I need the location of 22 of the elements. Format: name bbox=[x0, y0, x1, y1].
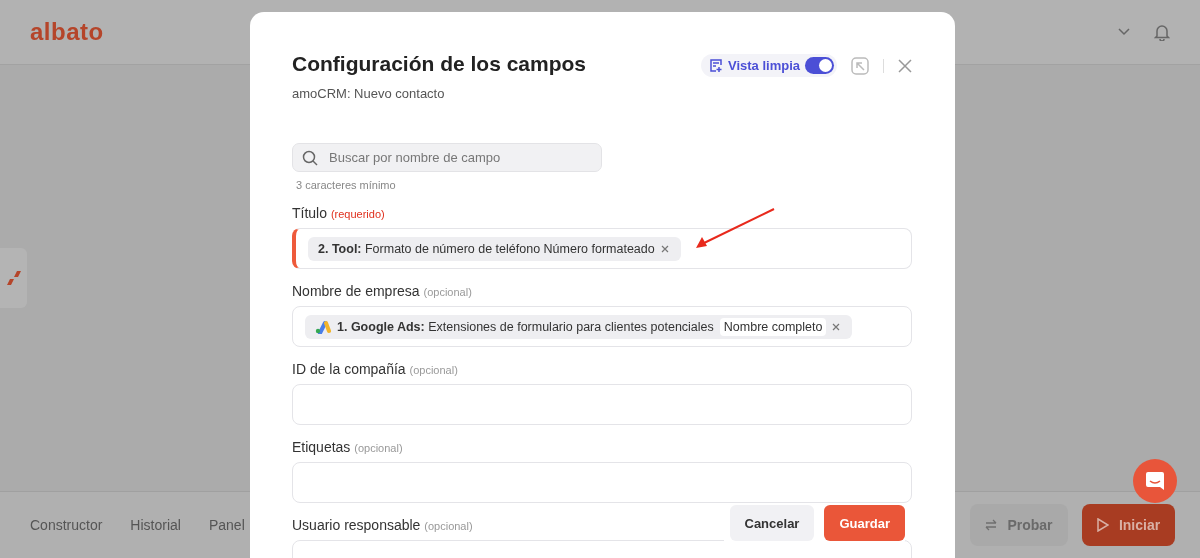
logo[interactable]: albato bbox=[30, 18, 104, 46]
field-label: Etiquetas (opcional) bbox=[292, 439, 403, 455]
input-field[interactable]: 1. Google Ads: Extensiones de formulario para clientes potenciales Nombre completo bbox=[292, 306, 912, 347]
clean-view-toggle[interactable]: Vista limpia bbox=[701, 54, 837, 77]
field-label: Título (requerido) bbox=[292, 205, 385, 221]
save-button[interactable]: Guardar bbox=[824, 505, 905, 541]
variable-chip[interactable]: 2. Tool: Formato de número de teléfono Número formateado bbox=[308, 236, 681, 261]
field-label: Usuario responsable (opcional) bbox=[292, 517, 473, 533]
modal-title: Configuración de los campos bbox=[292, 52, 587, 76]
input-field[interactable]: 2. Tool: Formato de número de teléfono Número formateado bbox=[292, 228, 912, 269]
variable-chip[interactable]: 1. Google Ads: Extensiones de formulario para clientes potenciales Nombre completo bbox=[305, 314, 853, 339]
search-hint: 3 caracteres mínimo bbox=[296, 179, 397, 191]
field-label: Nombre de empresa (opcional) bbox=[292, 283, 472, 299]
search-field[interactable]: Buscar por nombre de campo bbox=[292, 143, 602, 172]
start-button[interactable]: Iniciar bbox=[1082, 504, 1175, 546]
nav-tab[interactable]: Constructor bbox=[30, 517, 103, 533]
test-button[interactable]: Probar bbox=[970, 504, 1068, 546]
nav-tab[interactable]: Historial bbox=[130, 517, 181, 533]
cancel-button[interactable]: Cancelar bbox=[729, 505, 815, 541]
modal-subtitle: amoCRM: Nuevo contacto bbox=[292, 86, 446, 101]
field-label: ID de la compañía (opcional) bbox=[292, 361, 458, 377]
nav-tab[interactable]: Panel bbox=[208, 517, 245, 533]
